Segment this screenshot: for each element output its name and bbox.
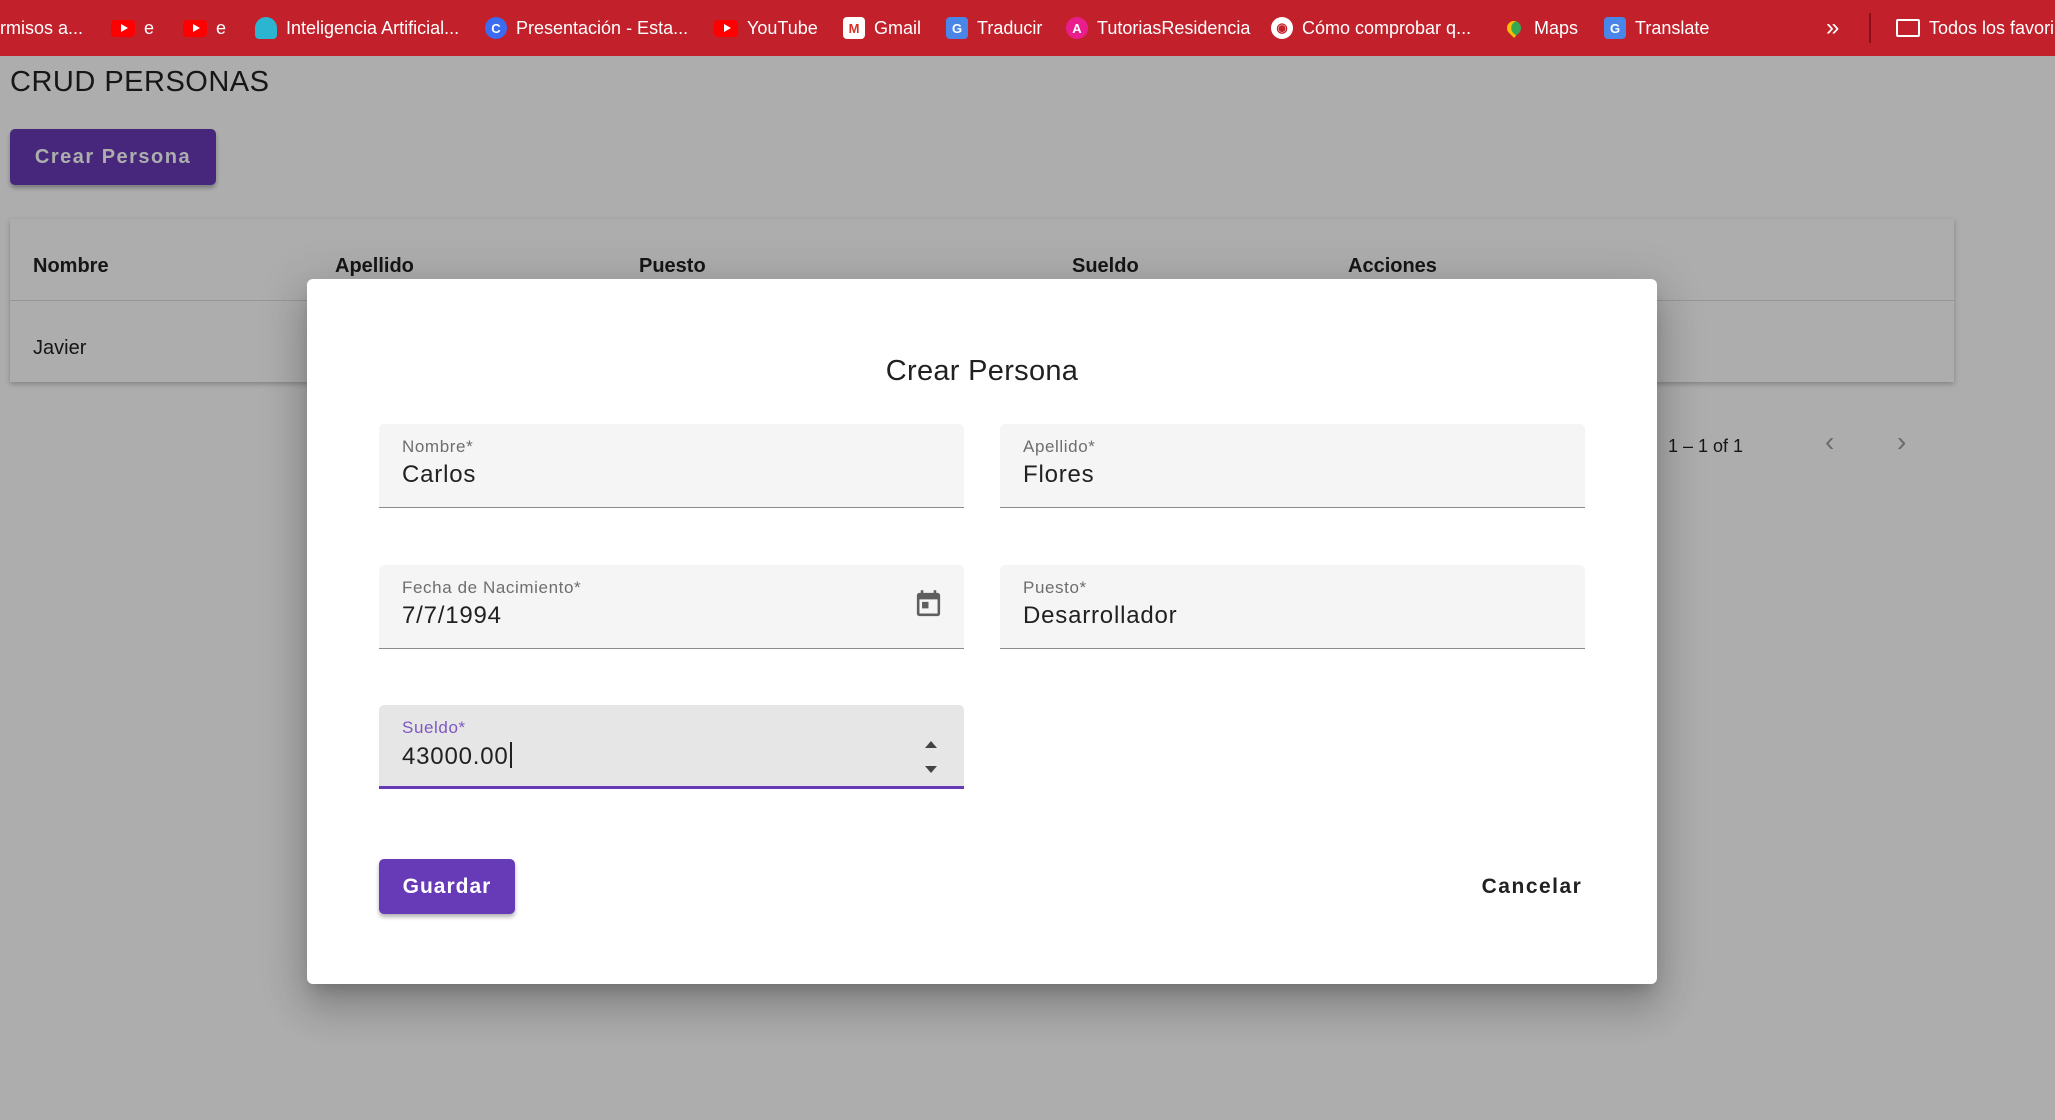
bookmark-item[interactable]: C Presentación - Esta...: [485, 0, 688, 56]
apellido-input[interactable]: Flores: [1023, 461, 1094, 489]
bookmarks-divider: [1869, 13, 1871, 43]
increment-arrow-icon[interactable]: [925, 741, 937, 748]
bookmark-item[interactable]: A TutoriasResidencia: [1066, 0, 1250, 56]
bookmark-label: Inteligencia Artificial...: [286, 17, 460, 38]
bookmark-label: Cómo comprobar q...: [1302, 17, 1472, 38]
more-bookmarks-button[interactable]: »: [1826, 0, 1839, 56]
globe-icon: ◉: [1271, 17, 1293, 39]
bookmark-item[interactable]: e: [183, 0, 226, 56]
double-chevron-right-icon: »: [1826, 14, 1840, 41]
puesto-input[interactable]: Desarrollador: [1023, 602, 1177, 630]
sueldo-label: Sueldo*: [402, 718, 466, 737]
canva-icon: C: [485, 17, 507, 39]
apellido-label: Apellido*: [1023, 437, 1096, 456]
bookmark-item[interactable]: Inteligencia Artificial...: [255, 0, 459, 56]
bookmark-item[interactable]: e: [111, 0, 154, 56]
folder-icon: [1896, 19, 1920, 37]
sueldo-input[interactable]: 43000.00: [402, 742, 512, 771]
dialog-title: Crear Persona: [885, 355, 1079, 387]
bookmark-label: Presentación - Esta...: [516, 17, 689, 38]
bookmark-item[interactable]: rmisos a...: [0, 0, 83, 56]
nombre-input[interactable]: Carlos: [402, 461, 476, 489]
bookmark-label: Gmail: [874, 17, 922, 38]
tutorias-icon: A: [1066, 17, 1088, 39]
gmail-icon: M: [843, 17, 865, 39]
fecha-nacimiento-field[interactable]: Fecha de Nacimiento* 7/7/1994: [379, 565, 964, 649]
bookmark-label: rmisos a...: [0, 17, 84, 38]
youtube-icon: [111, 19, 135, 37]
youtube-icon: [714, 19, 738, 37]
bookmark-item[interactable]: G Translate: [1604, 0, 1709, 56]
google-translate-icon: G: [1604, 17, 1626, 39]
number-spinner[interactable]: [924, 741, 938, 773]
decrement-arrow-icon[interactable]: [925, 766, 937, 773]
apellido-field[interactable]: Apellido* Flores: [1000, 424, 1585, 508]
bookmark-label: e: [216, 17, 227, 38]
bookmark-label: Todos los favori: [1929, 17, 2055, 38]
puesto-label: Puesto*: [1023, 578, 1087, 597]
fecha-nacimiento-input[interactable]: 7/7/1994: [402, 602, 502, 630]
bookmark-item[interactable]: Maps: [1503, 0, 1578, 56]
youtube-icon: [183, 19, 207, 37]
bookmark-label: Translate: [1635, 17, 1710, 38]
bookmark-label: Traducir: [977, 17, 1043, 38]
bookmarks-bar: rmisos a... e e Inteligencia Artificial.…: [0, 0, 2055, 56]
bookmark-item[interactable]: ◉ Cómo comprobar q...: [1271, 0, 1471, 56]
puesto-field[interactable]: Puesto* Desarrollador: [1000, 565, 1585, 649]
bookmark-label: YouTube: [747, 17, 818, 38]
bookmark-label: Maps: [1534, 17, 1579, 38]
create-person-dialog: Crear Persona Nombre* Carlos Apellido* F…: [307, 279, 1657, 984]
robot-icon: [255, 17, 277, 39]
sueldo-field[interactable]: Sueldo* 43000.00: [379, 705, 964, 789]
bookmark-label: e: [144, 17, 155, 38]
bookmark-item[interactable]: YouTube: [714, 0, 818, 56]
bookmark-item[interactable]: G Traducir: [946, 0, 1042, 56]
bookmark-label: TutoriasResidencia: [1097, 17, 1251, 38]
all-bookmarks-folder[interactable]: Todos los favori: [1896, 0, 2054, 56]
bookmark-item[interactable]: M Gmail: [843, 0, 921, 56]
google-translate-icon: G: [946, 17, 968, 39]
nombre-field[interactable]: Nombre* Carlos: [379, 424, 964, 508]
fecha-nacimiento-label: Fecha de Nacimiento*: [402, 578, 582, 597]
cancel-button[interactable]: Cancelar: [1457, 859, 1607, 914]
save-button[interactable]: Guardar: [379, 859, 515, 914]
maps-icon: [1503, 17, 1525, 39]
nombre-label: Nombre*: [402, 437, 474, 456]
calendar-icon[interactable]: [913, 588, 944, 621]
